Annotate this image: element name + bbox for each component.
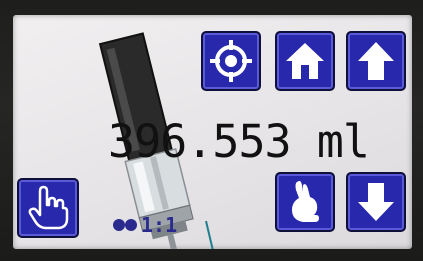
hand-pointer-icon	[28, 185, 69, 230]
volume-unit: ml	[316, 115, 370, 168]
link-dots-icon	[113, 219, 137, 231]
touch-screen: 396.553 ml 1:1	[13, 15, 412, 249]
home-button[interactable]	[275, 31, 335, 91]
arrow-down-icon	[358, 183, 394, 221]
manual-mode-button[interactable]	[17, 178, 79, 238]
volume-display: 396.553 ml	[108, 116, 408, 168]
speed-button[interactable]	[275, 172, 335, 232]
ratio-indicator: 1:1	[113, 213, 177, 237]
move-down-button[interactable]	[346, 172, 406, 232]
crosshair-icon	[210, 40, 252, 82]
volume-value: 396.553	[108, 115, 292, 168]
move-up-button[interactable]	[346, 31, 406, 91]
arrow-up-icon	[358, 42, 394, 80]
target-button[interactable]	[201, 31, 261, 91]
home-icon	[286, 43, 324, 79]
rabbit-icon	[292, 181, 319, 222]
ratio-label: 1:1	[141, 213, 178, 237]
